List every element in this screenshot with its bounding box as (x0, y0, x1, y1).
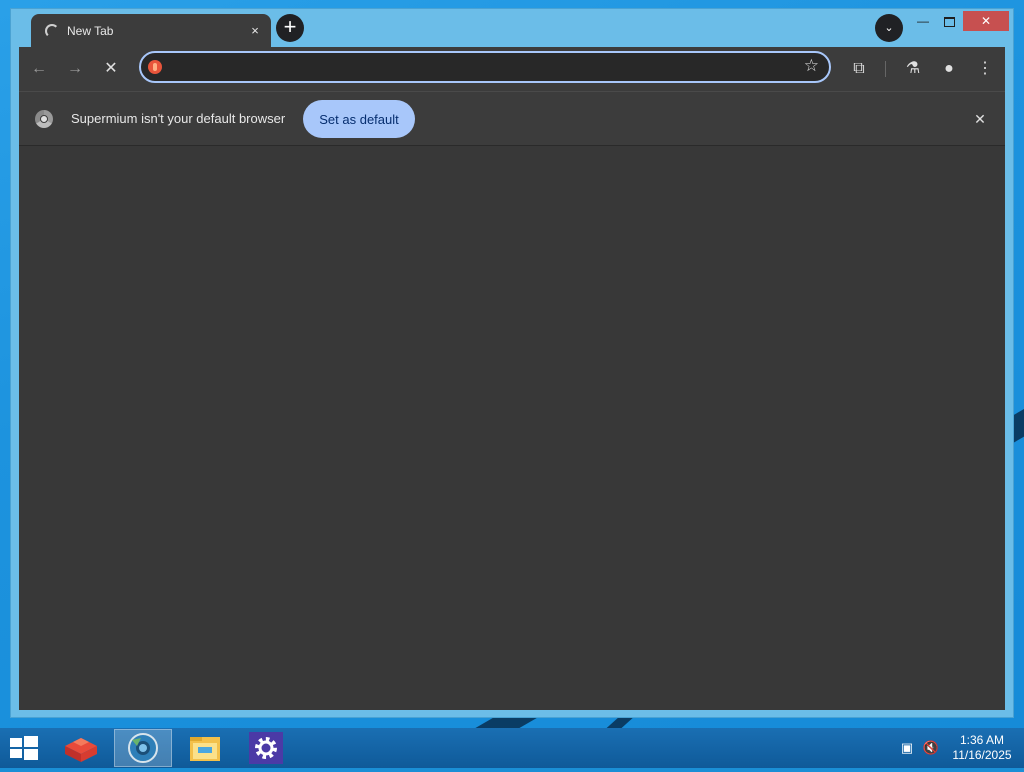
profile-avatar-icon[interactable]: ● (935, 55, 963, 83)
page-content (19, 146, 1005, 710)
taskbar-app-package-manager[interactable] (52, 729, 110, 767)
start-button[interactable] (10, 736, 38, 760)
package-box-icon (65, 738, 97, 762)
taskbar-app-file-explorer[interactable] (176, 729, 234, 767)
bookmark-star-icon[interactable]: ☆ (804, 56, 819, 76)
tab-close-icon[interactable]: × (245, 23, 265, 38)
toolbar-divider (885, 61, 886, 77)
default-browser-infobar: Supermium isn't your default browser Set… (19, 91, 1005, 146)
taskbar-app-settings[interactable] (238, 729, 296, 767)
clock-time: 1:36 AM (959, 733, 1005, 747)
maximize-button[interactable] (937, 11, 961, 31)
toolbar: ← → ✕ ☆ ⧉ ⚗ ● ⋮ (19, 47, 1005, 91)
infobar-close-icon[interactable]: ✕ (969, 108, 991, 130)
set-as-default-button[interactable]: Set as default (303, 100, 415, 138)
clock-date: 11/16/2025 (952, 748, 1012, 762)
browser-logo-icon (35, 110, 53, 128)
labs-flask-icon[interactable]: ⚗ (899, 55, 927, 83)
menu-kebab-icon[interactable]: ⋮ (971, 55, 999, 83)
address-bar[interactable]: ☆ (139, 51, 831, 83)
stop-loading-button[interactable]: ✕ (97, 55, 125, 83)
browser-window: New Tab × + ⌄ — ✕ ← → ✕ ☆ ⧉ ⚗ ● ⋮ Superm… (10, 8, 1014, 718)
tab-search-button[interactable]: ⌄ (875, 14, 903, 42)
back-button[interactable]: ← (25, 55, 53, 83)
volume-muted-tray-icon[interactable]: 🔇 (922, 739, 940, 757)
forward-button[interactable]: → (61, 55, 89, 83)
browser-globe-icon (128, 733, 158, 763)
title-bar: New Tab × + ⌄ — ✕ (11, 9, 1013, 47)
new-tab-button[interactable]: + (276, 14, 304, 42)
site-info-icon[interactable] (148, 60, 162, 74)
close-window-button[interactable]: ✕ (963, 11, 1009, 31)
taskbar: ▣ 🔇 1:36 AM 11/16/2025 (0, 728, 1024, 768)
windows-logo-icon (10, 738, 22, 747)
tab-new-tab[interactable]: New Tab × (31, 14, 271, 47)
folder-icon (190, 737, 220, 761)
maximize-icon (943, 16, 955, 27)
system-clock[interactable]: 1:36 AM 11/16/2025 (950, 733, 1014, 763)
address-input[interactable] (171, 57, 795, 79)
minimize-button[interactable]: — (911, 11, 935, 31)
network-tray-icon[interactable]: ▣ (898, 739, 916, 757)
loading-spinner-icon (45, 23, 59, 38)
settings-gear-icon (249, 732, 283, 764)
extensions-icon[interactable]: ⧉ (845, 55, 873, 83)
infobar-message: Supermium isn't your default browser (71, 111, 286, 126)
tab-title: New Tab (67, 23, 114, 38)
taskbar-app-browser[interactable] (114, 729, 172, 767)
